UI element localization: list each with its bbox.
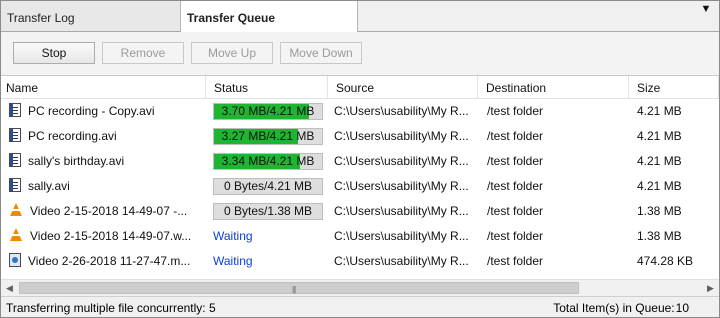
chevron-down-icon[interactable]: ▼ <box>699 3 713 17</box>
table-row[interactable]: sally's birthday.avi 3.34 MB/4.21 MB C:\Us… <box>1 149 719 174</box>
file-name-cell: Video 2-15-2018 14-49-07.w... <box>9 224 205 249</box>
vlc-cone-icon <box>9 203 23 217</box>
size-cell: 4.21 MB <box>637 154 682 168</box>
horizontal-scrollbar[interactable]: ◀ ||| ▶ <box>1 279 719 297</box>
column-header-source[interactable]: Source <box>328 76 478 98</box>
progress-bar: 0 Bytes/1.38 MB <box>213 203 323 220</box>
queue-total: Total Item(s) in Queue:10 <box>553 297 689 317</box>
file-name-cell: Video 2-26-2018 11-27-47.m... <box>9 249 205 274</box>
size-cell: 4.21 MB <box>637 179 682 193</box>
size-cell: 1.38 MB <box>637 204 682 218</box>
video-file-icon <box>9 178 21 192</box>
scrollbar-thumb[interactable]: ||| <box>19 282 579 294</box>
source-cell: C:\Users\usability\My R... <box>334 154 469 168</box>
file-name: sally.avi <box>28 179 70 193</box>
source-cell: C:\Users\usability\My R... <box>334 104 469 118</box>
grip-icon: ||| <box>292 285 296 294</box>
file-name-cell: PC recording - Copy.avi <box>9 99 205 124</box>
size-cell: 1.38 MB <box>637 229 682 243</box>
status-cell: 0 Bytes/4.21 MB <box>213 174 325 199</box>
column-header-status[interactable]: Status <box>206 76 328 98</box>
destination-cell: /test folder <box>487 254 544 268</box>
size-cell: 4.21 MB <box>637 104 682 118</box>
column-header-size[interactable]: Size <box>629 76 719 98</box>
file-name-cell: sally's birthday.avi <box>9 149 205 174</box>
status-cell: Waiting <box>213 224 325 249</box>
file-name: Video 2-15-2018 14-49-07.w... <box>30 229 192 243</box>
table-row[interactable]: Video 2-15-2018 14-49-07 -... 0 Bytes/1.3… <box>1 199 719 224</box>
media-file-icon <box>9 253 21 267</box>
file-name-cell: PC recording.avi <box>9 124 205 149</box>
destination-cell: /test folder <box>487 229 544 243</box>
source-cell: C:\Users\usability\My R... <box>334 229 469 243</box>
progress-text: 0 Bytes/1.38 MB <box>223 204 313 218</box>
status-cell: 0 Bytes/1.38 MB <box>213 199 325 224</box>
size-cell: 474.28 KB <box>637 254 694 268</box>
tab-transfer-log[interactable]: Transfer Log <box>1 1 181 31</box>
source-cell: C:\Users\usability\My R... <box>334 179 469 193</box>
file-name: PC recording.avi <box>28 129 117 143</box>
file-name-cell: Video 2-15-2018 14-49-07 -... <box>9 199 205 224</box>
destination-cell: /test folder <box>487 154 544 168</box>
concurrency-status: Transferring multiple file concurrently:… <box>6 301 216 315</box>
table-rows: PC recording - Copy.avi 3.70 MB/4.21 MB C:… <box>1 99 719 274</box>
tab-bar: Transfer Log Transfer Queue ▼ <box>1 1 719 32</box>
remove-button[interactable]: Remove <box>102 42 184 64</box>
move-down-button[interactable]: Move Down <box>280 42 362 64</box>
column-header-destination[interactable]: Destination <box>478 76 629 98</box>
table-row[interactable]: Video 2-15-2018 14-49-07.w... Waiting C:\U… <box>1 224 719 249</box>
source-cell: C:\Users\usability\My R... <box>334 129 469 143</box>
queue-total-count: 10 <box>675 301 689 315</box>
progress-text: 3.34 MB/4.21 MB <box>221 154 315 168</box>
status-cell: 3.27 MB/4.21 MB <box>213 124 325 149</box>
progress-text: 0 Bytes/4.21 MB <box>223 179 313 193</box>
progress-bar: 3.27 MB/4.21 MB <box>213 128 323 145</box>
video-file-icon <box>9 128 21 142</box>
file-name-cell: sally.avi <box>9 174 205 199</box>
queue-table: Name Status Source Destination Size PC r… <box>1 75 719 280</box>
scroll-right-arrow-icon[interactable]: ▶ <box>702 280 719 297</box>
column-header-name[interactable]: Name <box>1 76 206 98</box>
table-row[interactable]: sally.avi 0 Bytes/4.21 MB C:\Users\usabili… <box>1 174 719 199</box>
progress-bar: 3.70 MB/4.21 MB <box>213 103 323 120</box>
file-name: PC recording - Copy.avi <box>28 104 155 118</box>
status-cell: 3.34 MB/4.21 MB <box>213 149 325 174</box>
vlc-cone-icon <box>9 228 23 242</box>
video-file-icon <box>9 103 21 117</box>
source-cell: C:\Users\usability\My R... <box>334 204 469 218</box>
table-row[interactable]: PC recording.avi 3.27 MB/4.21 MB C:\Users\… <box>1 124 719 149</box>
transfer-window: Transfer Log Transfer Queue ▼ Stop Remov… <box>0 0 720 318</box>
destination-cell: /test folder <box>487 104 544 118</box>
progress-bar: 0 Bytes/4.21 MB <box>213 178 323 195</box>
destination-cell: /test folder <box>487 179 544 193</box>
table-header: Name Status Source Destination Size <box>1 76 719 99</box>
source-cell: C:\Users\usability\My R... <box>334 254 469 268</box>
table-row[interactable]: PC recording - Copy.avi 3.70 MB/4.21 MB C:… <box>1 99 719 124</box>
status-cell: Waiting <box>213 249 325 274</box>
waiting-status: Waiting <box>213 254 253 268</box>
video-file-icon <box>9 153 21 167</box>
status-bar: Transferring multiple file concurrently:… <box>1 296 719 317</box>
status-cell: 3.70 MB/4.21 MB <box>213 99 325 124</box>
tab-transfer-queue[interactable]: Transfer Queue <box>181 1 358 32</box>
stop-button[interactable]: Stop <box>13 42 95 64</box>
file-name: sally's birthday.avi <box>28 154 125 168</box>
waiting-status: Waiting <box>213 229 253 243</box>
progress-bar: 3.34 MB/4.21 MB <box>213 153 323 170</box>
progress-text: 3.70 MB/4.21 MB <box>221 104 315 118</box>
table-row[interactable]: Video 2-26-2018 11-27-47.m... Waiting C:\U… <box>1 249 719 274</box>
progress-text: 3.27 MB/4.21 MB <box>221 129 315 143</box>
file-name: Video 2-26-2018 11-27-47.m... <box>28 254 191 268</box>
destination-cell: /test folder <box>487 129 544 143</box>
move-up-button[interactable]: Move Up <box>191 42 273 64</box>
file-name: Video 2-15-2018 14-49-07 -... <box>30 204 188 218</box>
queue-total-label: Total Item(s) in Queue: <box>553 301 675 315</box>
size-cell: 4.21 MB <box>637 129 682 143</box>
toolbar: Stop Remove Move Up Move Down <box>1 32 719 75</box>
destination-cell: /test folder <box>487 204 544 218</box>
scroll-left-arrow-icon[interactable]: ◀ <box>1 280 18 297</box>
